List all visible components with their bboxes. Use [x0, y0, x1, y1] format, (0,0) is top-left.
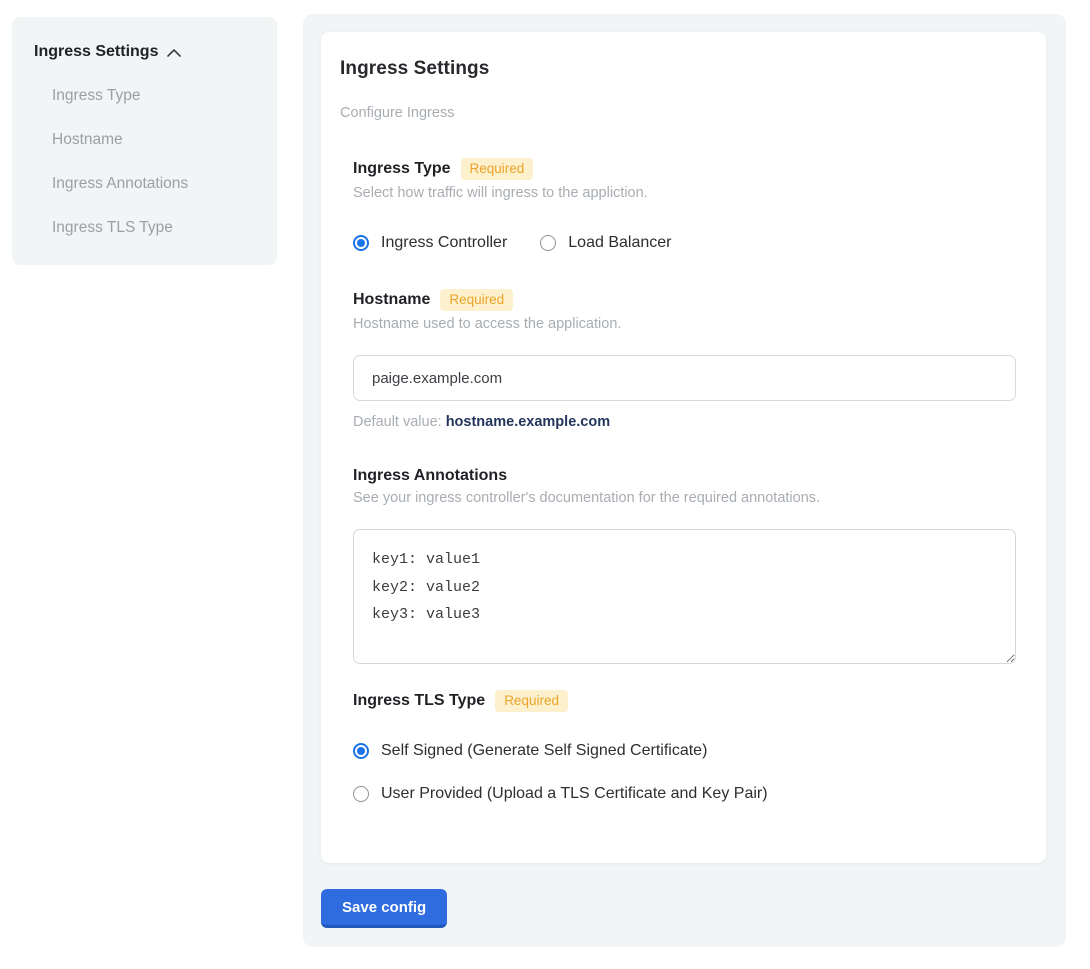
- ingress-type-description: Select how traffic will ingress to the a…: [353, 185, 1016, 201]
- radio-selected-icon[interactable]: [353, 743, 369, 759]
- radio-unselected-icon[interactable]: [540, 235, 556, 251]
- required-badge: Required: [495, 690, 568, 712]
- section-ingress-type: Ingress Type Required Select how traffic…: [353, 158, 1016, 252]
- sidebar-section-title: Ingress Settings: [34, 43, 158, 61]
- radio-load-balancer[interactable]: Load Balancer: [540, 234, 671, 252]
- section-hostname: Hostname Required Hostname used to acces…: [353, 289, 1016, 430]
- radio-user-provided[interactable]: User Provided (Upload a TLS Certificate …: [353, 785, 1016, 803]
- radio-label: Ingress Controller: [381, 234, 507, 252]
- hostname-input[interactable]: [353, 355, 1016, 401]
- sidebar-items: Ingress Type Hostname Ingress Annotation…: [34, 87, 257, 237]
- settings-panel: Ingress Settings Configure Ingress Ingre…: [303, 14, 1066, 947]
- hostname-default-value: Default value: hostname.example.com: [353, 414, 1016, 430]
- sidebar-item-ingress-tls-type[interactable]: Ingress TLS Type: [34, 219, 257, 237]
- required-badge: Required: [461, 158, 534, 180]
- ingress-tls-type-label: Ingress TLS Type: [353, 692, 485, 710]
- hostname-description: Hostname used to access the application.: [353, 316, 1016, 332]
- default-value-prefix: Default value:: [353, 414, 446, 430]
- radio-self-signed[interactable]: Self Signed (Generate Self Signed Certif…: [353, 742, 1016, 760]
- hostname-label: Hostname: [353, 291, 430, 309]
- radio-ingress-controller[interactable]: Ingress Controller: [353, 234, 507, 252]
- radio-label: Load Balancer: [568, 234, 671, 252]
- page-subtitle: Configure Ingress: [340, 105, 1016, 121]
- ingress-type-options: Ingress Controller Load Balancer: [353, 234, 1016, 252]
- ingress-settings-card: Ingress Settings Configure Ingress Ingre…: [321, 32, 1046, 863]
- radio-unselected-icon[interactable]: [353, 786, 369, 802]
- chevron-up-icon: [166, 47, 182, 59]
- ingress-type-label: Ingress Type: [353, 160, 451, 178]
- ingress-form: Ingress Type Required Select how traffic…: [353, 158, 1016, 803]
- save-config-button[interactable]: Save config: [321, 889, 447, 928]
- default-value-text: hostname.example.com: [446, 414, 610, 430]
- ingress-annotations-label: Ingress Annotations: [353, 467, 507, 485]
- page-title: Ingress Settings: [340, 58, 1016, 80]
- sidebar-section-header[interactable]: Ingress Settings: [34, 43, 257, 61]
- sidebar-item-hostname[interactable]: Hostname: [34, 131, 257, 149]
- ingress-annotations-description: See your ingress controller's documentat…: [353, 490, 1016, 506]
- radio-label: Self Signed (Generate Self Signed Certif…: [381, 742, 707, 760]
- sidebar-item-ingress-annotations[interactable]: Ingress Annotations: [34, 175, 257, 193]
- radio-label: User Provided (Upload a TLS Certificate …: [381, 785, 768, 803]
- settings-sidebar: Ingress Settings Ingress Type Hostname I…: [12, 17, 277, 265]
- ingress-annotations-textarea[interactable]: key1: value1 key2: value2 key3: value3: [353, 529, 1016, 664]
- sidebar-item-ingress-type[interactable]: Ingress Type: [34, 87, 257, 105]
- radio-selected-icon[interactable]: [353, 235, 369, 251]
- ingress-tls-type-options: Self Signed (Generate Self Signed Certif…: [353, 742, 1016, 803]
- section-ingress-tls-type: Ingress TLS Type Required Self Signed (G…: [353, 690, 1016, 803]
- required-badge: Required: [440, 289, 513, 311]
- section-ingress-annotations: Ingress Annotations See your ingress con…: [353, 467, 1016, 669]
